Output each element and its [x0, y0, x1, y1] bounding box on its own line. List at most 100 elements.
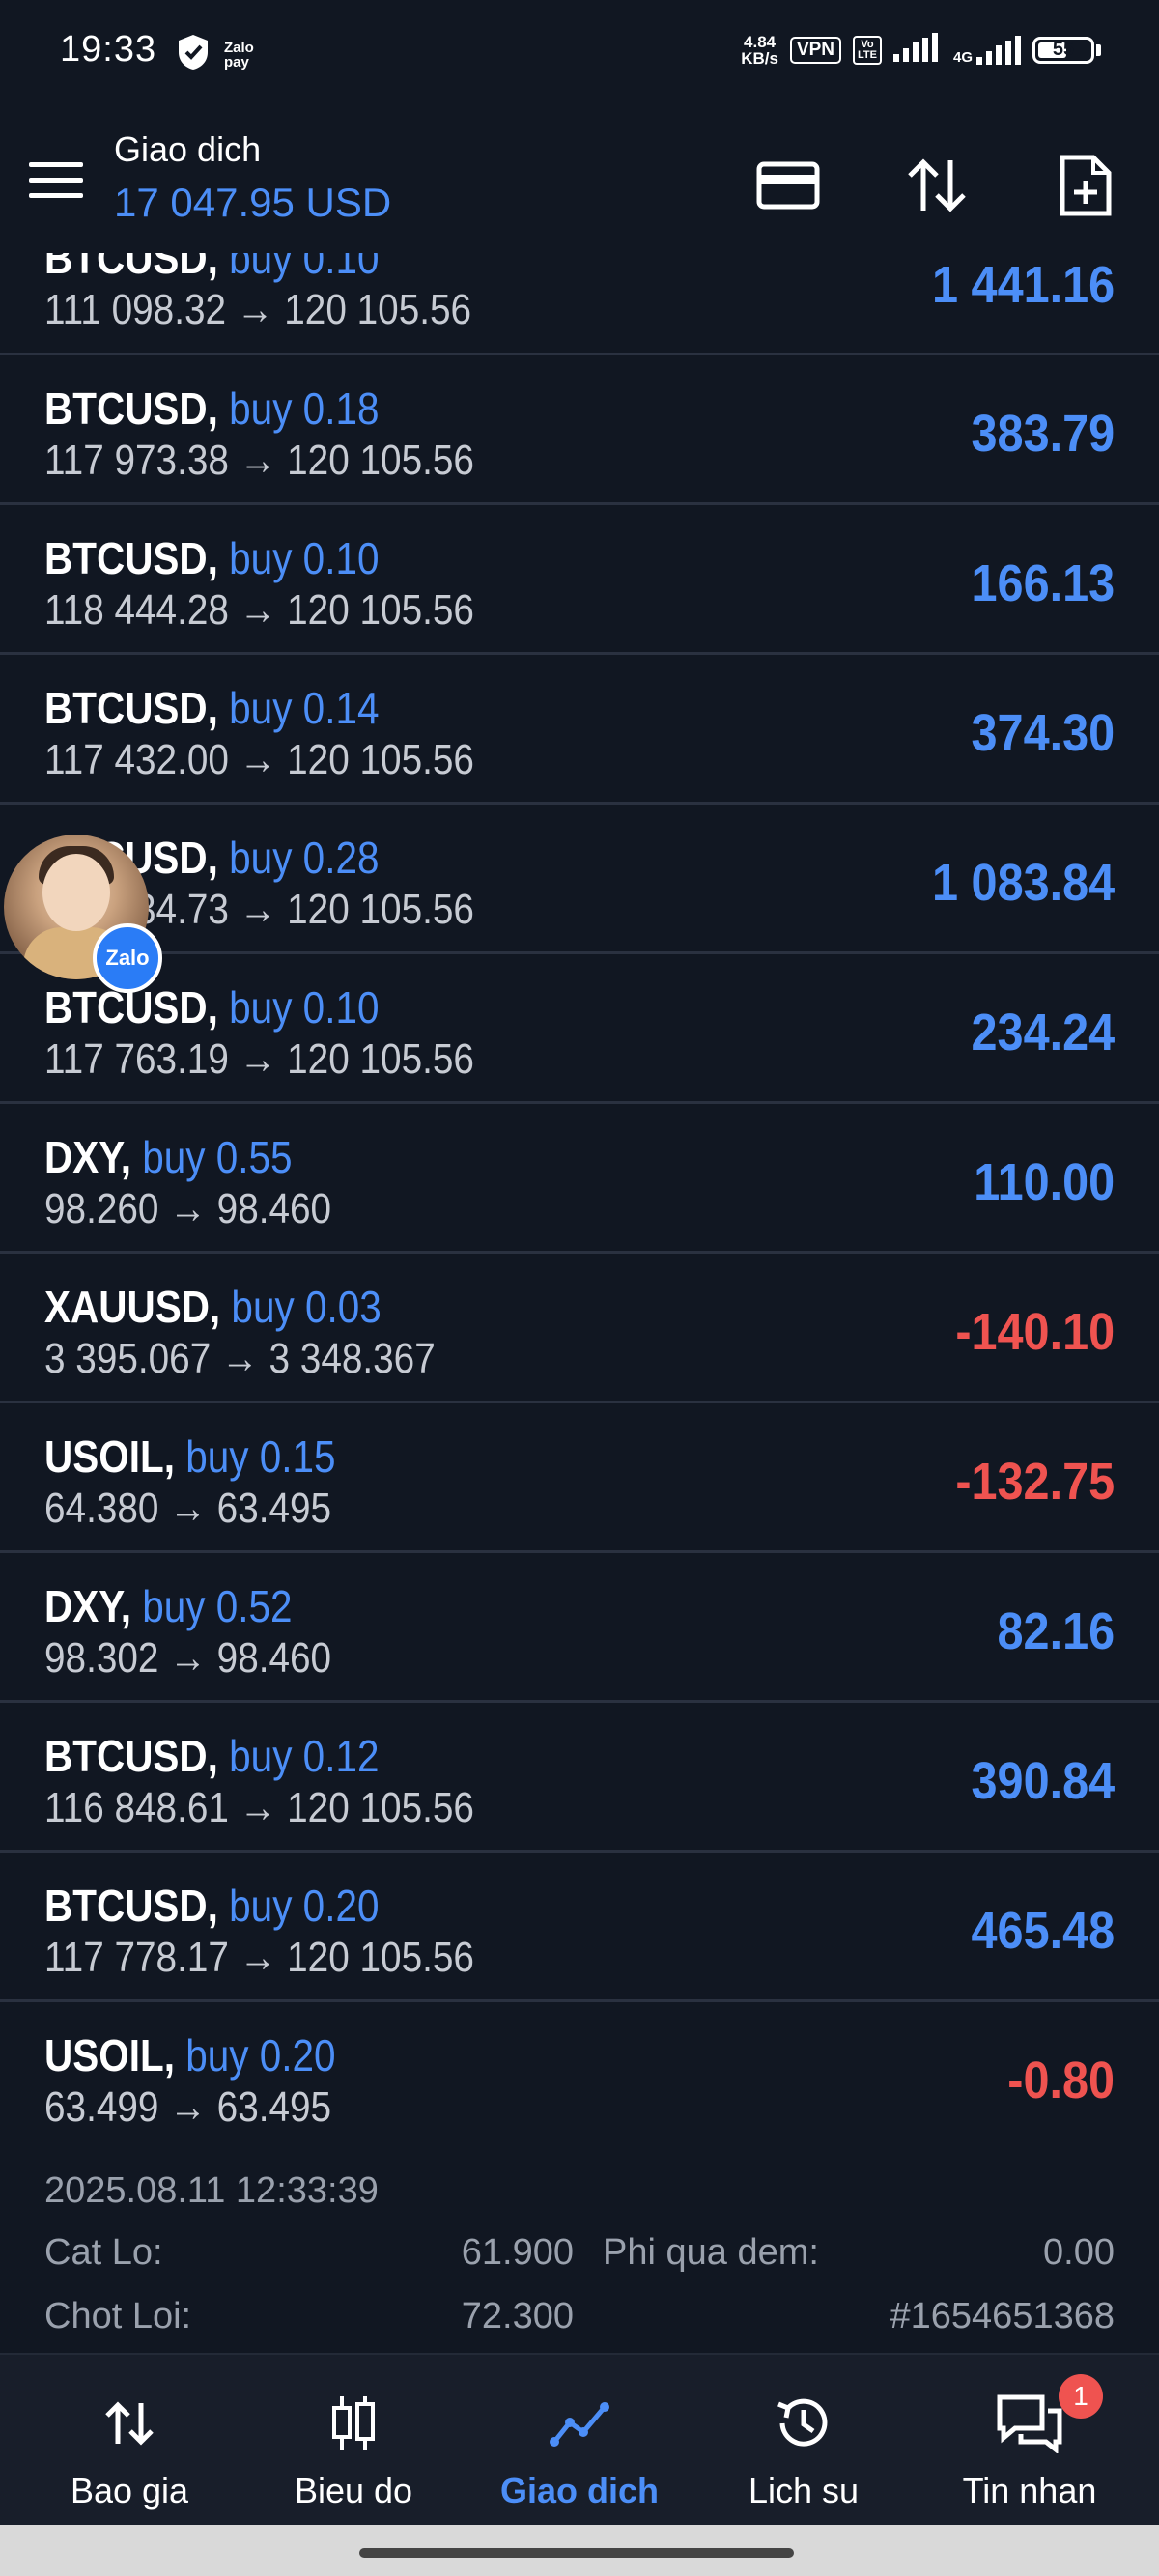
messages-icon: [996, 2390, 1063, 2457]
nav-item-bao-gia[interactable]: Bao gia: [14, 2355, 245, 2527]
position-prices: 117 432.00 → 120 105.56: [44, 736, 474, 783]
position-side: buy 0.10: [229, 533, 380, 583]
app-header: Giao dich 17 047.95 USD: [0, 108, 1159, 253]
new-order-icon[interactable]: [1047, 147, 1124, 224]
position-profit: 374.30: [971, 704, 1115, 762]
position-profit: 390.84: [971, 1752, 1115, 1810]
quotes-arrows-icon: [96, 2390, 163, 2457]
position-row[interactable]: BTCUSD, buy 0.28 116 234.73 → 120 105.56 1…: [0, 805, 1159, 954]
position-profit: 383.79: [971, 405, 1115, 463]
position-title: XAUUSD, buy 0.03: [44, 1281, 382, 1333]
position-details: Cat Lo: 61.900 Phi qua dem: 0.00 Chot Lo…: [44, 2232, 1115, 2349]
position-row[interactable]: DXY, buy 0.52 98.302 → 98.460 82.16: [0, 1553, 1159, 1703]
position-side: buy 0.20: [229, 1881, 380, 1931]
position-symbol: BTCUSD,: [44, 1731, 218, 1781]
position-prices: 116 848.61 → 120 105.56: [44, 1784, 474, 1831]
position-row[interactable]: BTCUSD, buy 0.20 117 778.17 → 120 105.56 4…: [0, 1853, 1159, 2002]
position-title: BTCUSD, buy 0.10: [44, 981, 379, 1033]
position-title: BTCUSD, buy 0.10: [44, 532, 379, 584]
vpn-icon: VPN: [789, 36, 842, 64]
position-side: buy 0.10: [229, 253, 380, 283]
position-symbol: BTCUSD,: [44, 383, 218, 434]
position-profit: 234.24: [971, 1004, 1115, 1062]
position-title: DXY, buy 0.55: [44, 1131, 293, 1183]
position-title: BTCUSD, buy 0.20: [44, 1880, 379, 1932]
position-title: DXY, buy 0.52: [44, 1580, 293, 1632]
battery-level: 55: [1052, 39, 1075, 60]
nav-label: Giao dich: [499, 2471, 660, 2510]
position-prices: 117 763.19 → 120 105.56: [44, 1035, 474, 1083]
position-prices: 117 973.38 → 120 105.56: [44, 437, 474, 484]
position-symbol: XAUUSD,: [44, 1282, 221, 1332]
stop-loss-value: 61.900: [461, 2232, 574, 2273]
position-row[interactable]: BTCUSD, buy 0.10 118 444.28 → 120 105.56 1…: [0, 505, 1159, 655]
status-bar: 19:33 Zalo pay 4.84 KB/s VPN Vo LTE 4G 5…: [0, 0, 1159, 108]
position-row[interactable]: BTCUSD, buy 0.10 117 763.19 → 120 105.56 2…: [0, 954, 1159, 1104]
home-gesture-bar[interactable]: [359, 2548, 794, 2558]
position-prices: 63.499 → 63.495: [44, 2083, 332, 2131]
nav-item-tin-nhan[interactable]: 1 Tin nhan: [914, 2355, 1145, 2527]
position-title: BTCUSD, buy 0.18: [44, 382, 379, 435]
position-row[interactable]: BTCUSD, buy 0.12 116 848.61 → 120 105.56 3…: [0, 1703, 1159, 1853]
position-row[interactable]: USOIL, buy 0.15 64.380 → 63.495 -132.75: [0, 1403, 1159, 1553]
position-profit: 110.00: [974, 1153, 1115, 1211]
status-time: 19:33: [60, 29, 157, 70]
position-symbol: DXY,: [44, 1581, 131, 1631]
position-side: buy 0.12: [229, 1731, 380, 1781]
position-profit: 82.16: [997, 1602, 1115, 1660]
battery-icon: 55: [1032, 36, 1101, 64]
card-icon[interactable]: [749, 147, 827, 224]
ticket-number: #1654651368: [890, 2296, 1115, 2336]
position-prices: 117 778.17 → 120 105.56: [44, 1934, 474, 1981]
position-row[interactable]: BTCUSD, buy 0.14 117 432.00 → 120 105.56 3…: [0, 655, 1159, 805]
take-profit-value: 72.300: [461, 2296, 574, 2336]
stop-loss-label: Cat Lo:: [44, 2232, 163, 2273]
position-row[interactable]: DXY, buy 0.55 98.260 → 98.460 110.00: [0, 1104, 1159, 1254]
sort-icon[interactable]: [898, 147, 975, 224]
position-profit: -140.10: [955, 1303, 1115, 1361]
signal-icon: [892, 33, 942, 67]
menu-icon[interactable]: [29, 162, 83, 201]
swap-label: Phi qua dem:: [603, 2232, 819, 2273]
position-row[interactable]: BTCUSD, buy 0.10 111 098.32 → 120 105.56 1…: [0, 253, 1159, 355]
position-title: BTCUSD, buy 0.12: [44, 1730, 379, 1782]
position-symbol: DXY,: [44, 1132, 131, 1182]
position-prices: 98.260 → 98.460: [44, 1185, 332, 1232]
zalo-badge-icon[interactable]: Zalo: [93, 923, 162, 993]
position-side: buy 0.14: [229, 683, 380, 733]
position-symbol: BTCUSD,: [44, 253, 218, 283]
position-side: buy 0.18: [229, 383, 380, 434]
page-title: Giao dich: [114, 129, 262, 169]
nav-item-lich-su[interactable]: Lich su: [688, 2355, 919, 2527]
position-side: buy 0.03: [231, 1282, 382, 1332]
volte-icon: Vo LTE: [853, 35, 882, 65]
position-row[interactable]: BTCUSD, buy 0.18 117 973.38 → 120 105.56 3…: [0, 355, 1159, 505]
trade-line-icon: [546, 2390, 613, 2457]
position-symbol: USOIL,: [44, 1431, 175, 1482]
network-speed: 4.84 KB/s: [741, 32, 778, 68]
position-profit: 166.13: [971, 554, 1115, 612]
nav-item-giao-dich[interactable]: Giao dich: [464, 2355, 695, 2527]
account-balance: 17 047.95 USD: [114, 180, 392, 225]
position-row-expanded[interactable]: USOIL, buy 0.20 63.499 → 63.495 -0.80 20…: [0, 2002, 1159, 2336]
position-profit: 1 441.16: [931, 256, 1115, 314]
position-row[interactable]: XAUUSD, buy 0.03 3 395.067 → 3 348.367 -14…: [0, 1254, 1159, 1403]
position-prices: 111 098.32 → 120 105.56: [44, 286, 472, 333]
position-side: buy 0.10: [229, 982, 380, 1033]
history-clock-icon: [770, 2390, 837, 2457]
position-symbol: BTCUSD,: [44, 683, 218, 733]
status-left-icons: Zalo pay: [176, 33, 254, 76]
position-title: USOIL, buy 0.20: [44, 2030, 336, 2081]
position-profit: 1 083.84: [931, 854, 1115, 912]
position-prices: 118 444.28 → 120 105.56: [44, 586, 474, 634]
position-side: buy 0.28: [229, 833, 380, 883]
positions-list[interactable]: BTCUSD, buy 0.10 111 098.32 → 120 105.56 1…: [0, 253, 1159, 2349]
take-profit-label: Chot Loi:: [44, 2296, 192, 2336]
position-title: USOIL, buy 0.15: [44, 1430, 335, 1483]
candlestick-chart-icon: [320, 2390, 387, 2457]
bottom-navigation: Bao gia Bieu do Giao dich Lich su 1 Tin …: [0, 2353, 1159, 2527]
unread-badge: 1: [1059, 2374, 1103, 2419]
zalopay-icon: Zalo pay: [224, 39, 254, 71]
nav-item-bieu-do[interactable]: Bieu do: [238, 2355, 469, 2527]
position-prices: 98.302 → 98.460: [44, 1634, 332, 1682]
